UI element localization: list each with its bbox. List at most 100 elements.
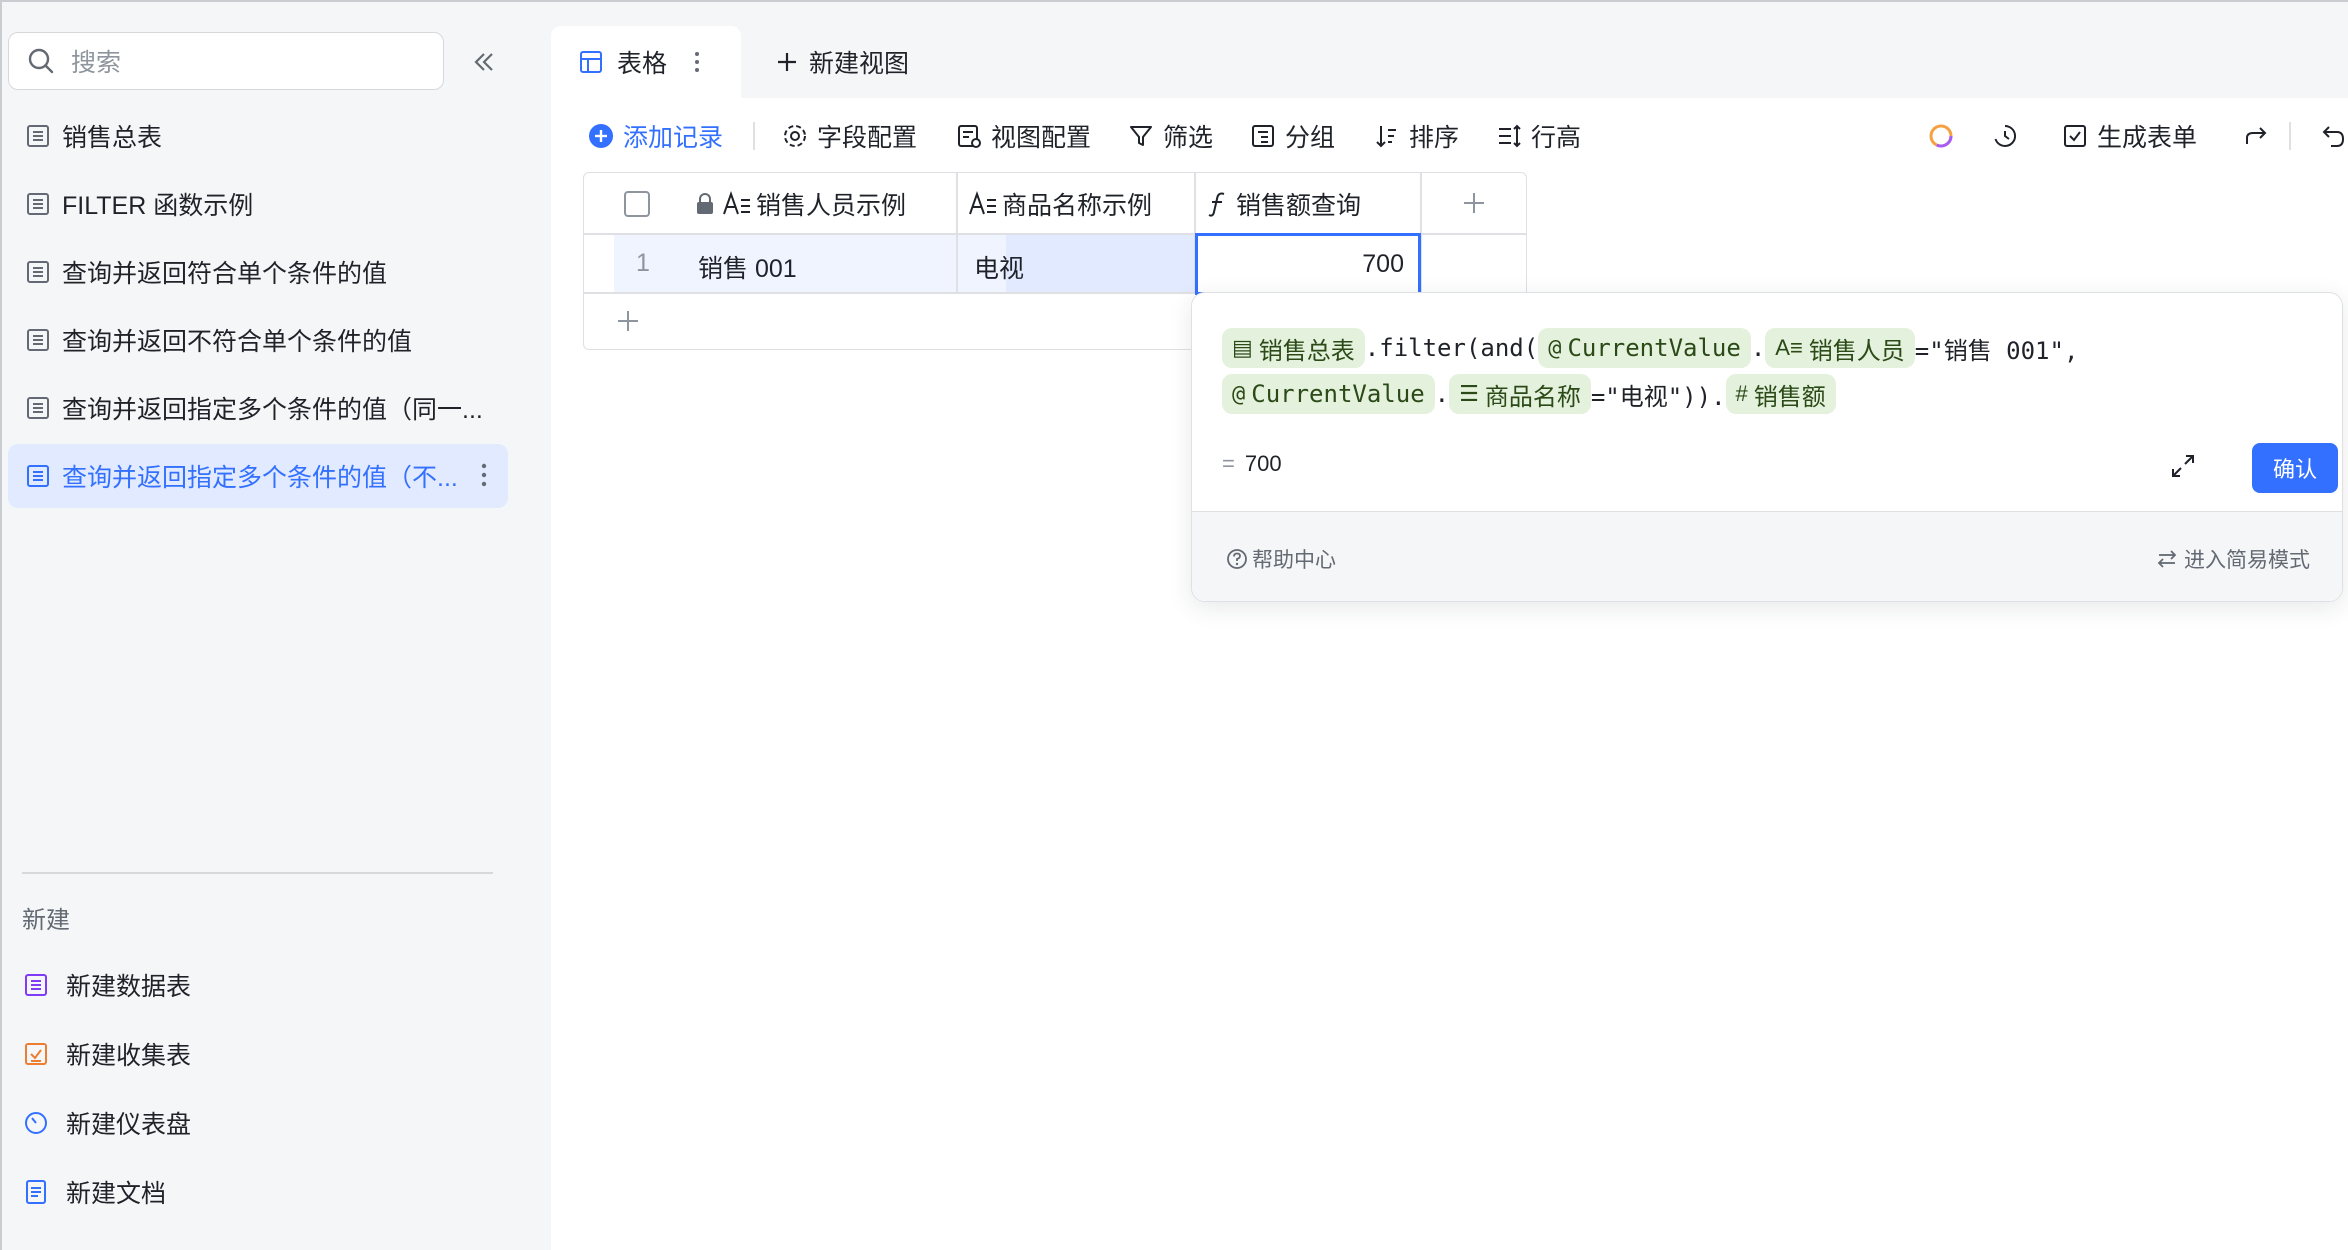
add-row-button[interactable] xyxy=(614,307,642,335)
cell-salesperson[interactable]: 销售 001 xyxy=(698,249,797,285)
formula-editor: ▤ 销售总表 .filter(and( @ CurrentValue . A≡ 销售人… xyxy=(1191,292,2343,602)
toolbar: 添加记录 字段配置 视图配置 筛选 分组 排序 行高 生成表单 xyxy=(523,114,2348,158)
table-icon: ▤ xyxy=(1232,335,1253,360)
formula-chip-product[interactable]: ☰ 商品名称 xyxy=(1449,374,1591,414)
sidebar-divider xyxy=(22,872,493,874)
group-label: 分组 xyxy=(1285,124,1336,152)
column-header-salesperson[interactable]: 销售人员示例 xyxy=(694,189,907,220)
sidebar-item-label: 销售总表 xyxy=(62,124,163,152)
sidebar-item-label: 查询并返回不符合单个条件的值 xyxy=(62,328,413,356)
column-header-product[interactable]: 商品名称示例 xyxy=(968,189,1153,220)
ai-ring-icon xyxy=(1929,124,1953,148)
simple-mode-link[interactable]: 进入简易模式 xyxy=(2156,544,2310,574)
filter-icon xyxy=(1130,126,1152,146)
add-record-label: 添加记录 xyxy=(623,124,724,152)
generate-form-button[interactable]: 生成表单 xyxy=(2061,114,2197,158)
more-vertical-icon[interactable] xyxy=(480,460,488,490)
ai-assistant-button[interactable] xyxy=(1927,114,1963,158)
sidebar-item-single-not-match[interactable]: 查询并返回不符合单个条件的值 xyxy=(8,308,508,372)
group-button[interactable]: 分组 xyxy=(1249,114,1335,158)
new-item-label: 新建文档 xyxy=(66,1180,167,1208)
new-view-button[interactable]: 新建视图 xyxy=(773,42,909,82)
row-height-label: 行高 xyxy=(1531,124,1582,152)
at-icon: @ xyxy=(1548,335,1562,361)
new-document-button[interactable]: 新建文档 xyxy=(22,1167,166,1217)
view-config-button[interactable]: 视图配置 xyxy=(955,114,1091,158)
view-config-icon xyxy=(958,125,981,148)
sidebar: 搜索 销售总表 FILTER 函数示例 查询并返回符合单个条件的值 查询并返回不… xyxy=(2,2,523,1250)
undo-icon xyxy=(2322,126,2345,147)
formula-line-2[interactable]: @ CurrentValue . ☰ 商品名称 ="电视")). # 销售额 xyxy=(1222,373,1836,415)
chip-label: CurrentValue xyxy=(1567,334,1741,362)
collapse-sidebar-button[interactable] xyxy=(464,42,504,82)
formula-chip-salesperson[interactable]: A≡ 销售人员 xyxy=(1765,328,1915,368)
form-check-icon xyxy=(2064,125,2086,147)
new-datatable-button[interactable]: 新建数据表 xyxy=(22,960,191,1010)
plus-icon xyxy=(778,53,796,71)
formula-text: . xyxy=(1434,380,1450,408)
column-header-amount-query[interactable]: 销售额查询 xyxy=(1206,189,1362,220)
chip-label: CurrentValue xyxy=(1251,380,1425,408)
undo-button[interactable] xyxy=(2317,114,2348,158)
new-dashboard-button[interactable]: 新建仪表盘 xyxy=(22,1098,191,1148)
column-header-label: 销售人员示例 xyxy=(756,192,907,220)
new-item-label: 新建数据表 xyxy=(66,973,192,1001)
question-circle-icon xyxy=(1227,549,1247,569)
column-header-label: 销售额查询 xyxy=(1236,192,1362,220)
confirm-button[interactable]: 确认 xyxy=(2252,443,2338,493)
form-icon xyxy=(25,1043,47,1065)
add-record-button[interactable]: 添加记录 xyxy=(587,114,723,158)
new-form-button[interactable]: 新建收集表 xyxy=(22,1029,191,1079)
field-config-button[interactable]: 字段配置 xyxy=(781,114,917,158)
sidebar-item-multi-same[interactable]: 查询并返回指定多个条件的值（同一... xyxy=(8,376,508,440)
formula-chip-table[interactable]: ▤ 销售总表 xyxy=(1222,328,1365,368)
table-icon xyxy=(27,397,49,419)
result-equals: = xyxy=(1222,451,1235,476)
plus-icon xyxy=(1464,193,1484,213)
sidebar-item-filter-example[interactable]: FILTER 函数示例 xyxy=(8,172,508,236)
sort-button[interactable]: 排序 xyxy=(1373,114,1459,158)
sidebar-item-label: FILTER 函数示例 xyxy=(62,192,254,220)
field-config-label: 字段配置 xyxy=(817,124,918,152)
history-button[interactable] xyxy=(1991,114,2027,158)
formula-line-1[interactable]: ▤ 销售总表 .filter(and( @ CurrentValue . A≡ 销售人… xyxy=(1222,327,2078,369)
tab-label: 表格 xyxy=(617,50,668,78)
formula-chip-current-value[interactable]: @ CurrentValue xyxy=(1538,328,1751,368)
help-center-link[interactable]: 帮助中心 xyxy=(1226,544,1336,574)
formula-chip-current-value[interactable]: @ CurrentValue xyxy=(1222,374,1435,414)
text-field-icon xyxy=(723,190,750,215)
new-section-label: 新建 xyxy=(22,907,70,934)
filter-button[interactable]: 筛选 xyxy=(1127,114,1213,158)
select-all-checkbox[interactable] xyxy=(624,191,650,217)
column-header-label: 商品名称示例 xyxy=(1002,192,1153,220)
toolbar-divider xyxy=(753,122,755,150)
cell-product[interactable]: 电视 xyxy=(974,249,1024,285)
sidebar-item-single-match[interactable]: 查询并返回符合单个条件的值 xyxy=(8,240,508,304)
formula-footer: 帮助中心 进入简易模式 xyxy=(1192,511,2342,601)
share-button[interactable] xyxy=(2243,114,2279,158)
chip-label: 销售额 xyxy=(1753,383,1826,411)
sidebar-item-multi-different[interactable]: 查询并返回指定多个条件的值（不... xyxy=(8,444,508,508)
main-area: 表格 新建视图 添加记录 字段配置 视图配置 筛选 分组 排序 行高 生成表单 … xyxy=(523,2,2348,1250)
search-icon xyxy=(28,48,54,74)
chip-label: 销售人员 xyxy=(1808,337,1905,365)
datatable-icon xyxy=(25,974,47,996)
search-input[interactable]: 搜索 xyxy=(8,32,444,90)
switch-icon xyxy=(2157,550,2177,568)
more-vertical-icon[interactable] xyxy=(693,49,701,75)
sidebar-item-sales-total[interactable]: 销售总表 xyxy=(8,104,508,168)
add-column-button[interactable] xyxy=(1460,189,1488,217)
formula-result: = 700 xyxy=(1222,451,1282,477)
expand-icon[interactable] xyxy=(2168,451,2198,481)
generate-form-label: 生成表单 xyxy=(2097,124,2198,152)
history-icon xyxy=(1994,124,2017,147)
help-center-label: 帮助中心 xyxy=(1252,549,1336,572)
formula-chip-amount[interactable]: # 销售额 xyxy=(1725,374,1836,414)
row-height-button[interactable]: 行高 xyxy=(1495,114,1581,158)
cell-amount-query-selected[interactable]: 700 xyxy=(1195,233,1421,295)
table-icon xyxy=(27,261,49,283)
group-icon xyxy=(1252,125,1274,147)
table-icon xyxy=(27,329,49,351)
tab-grid-view[interactable]: 表格 xyxy=(551,26,741,98)
new-item-label: 新建收集表 xyxy=(66,1042,192,1070)
